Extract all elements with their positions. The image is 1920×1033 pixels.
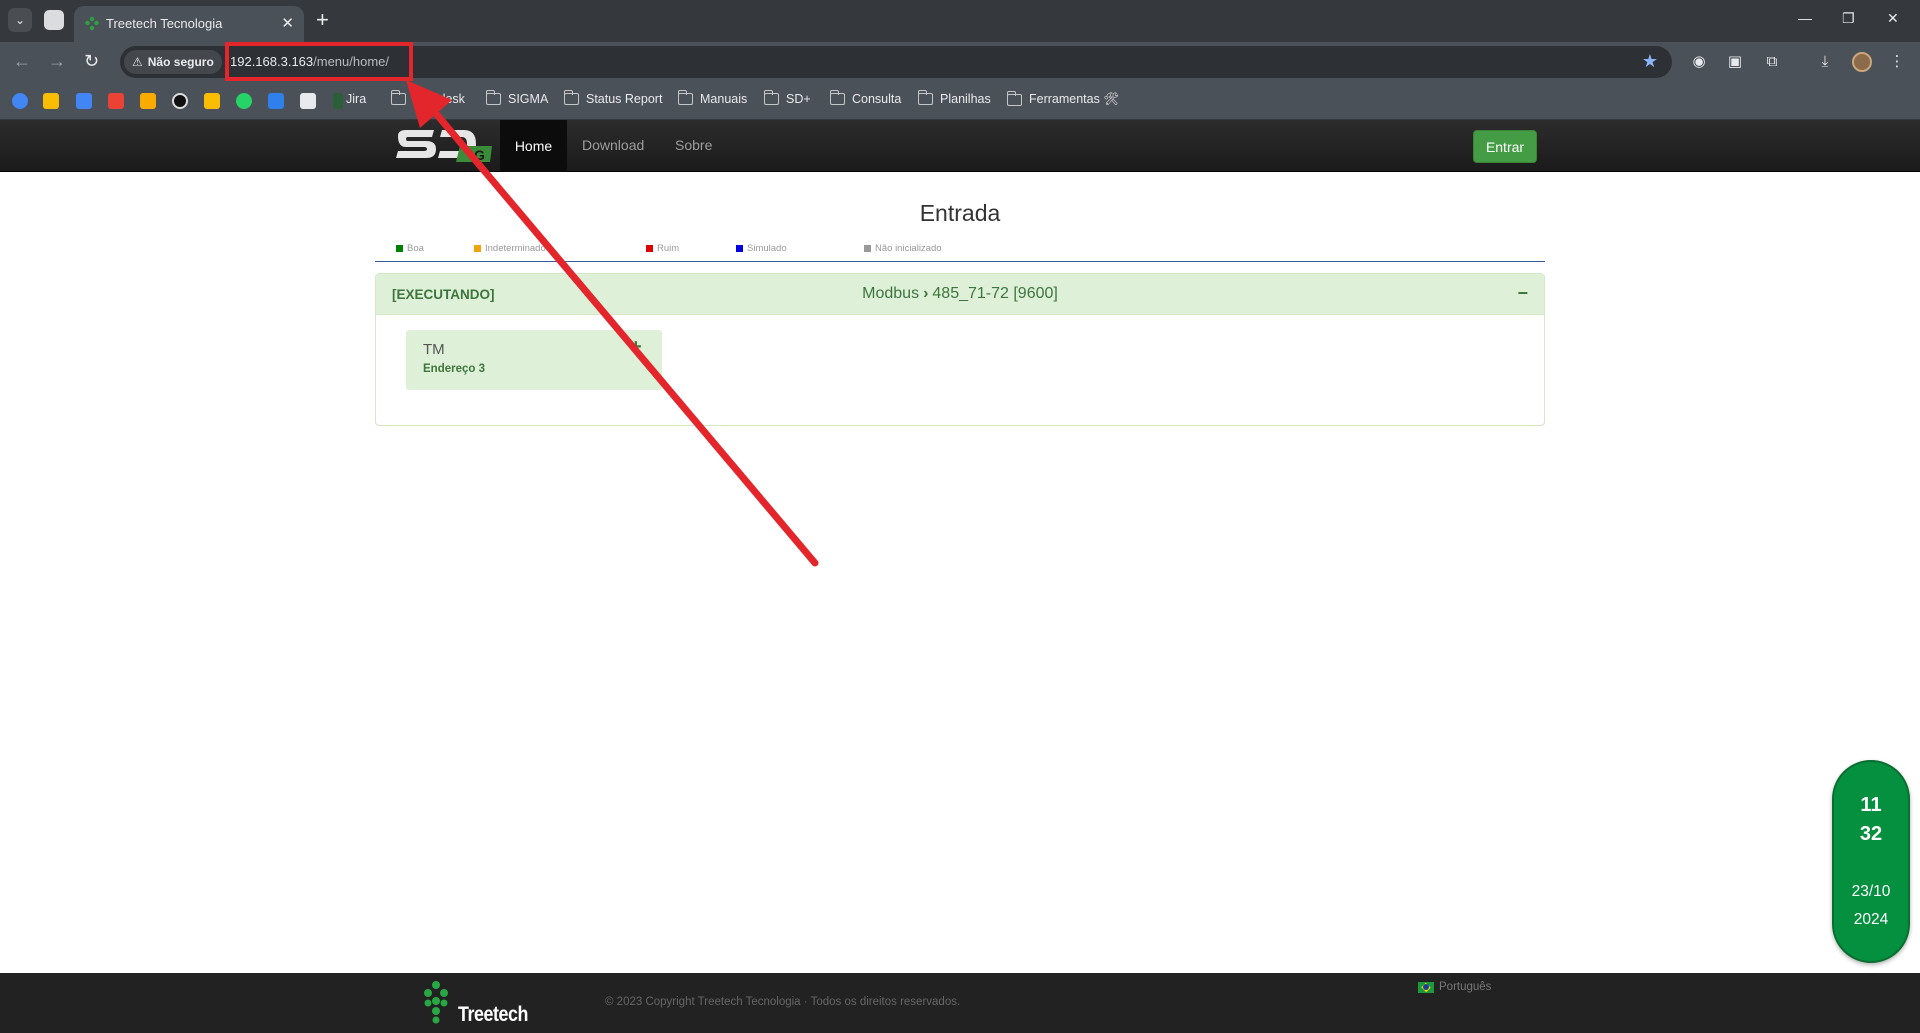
treetech-favicon-icon bbox=[85, 16, 99, 31]
expand-plus-icon[interactable]: + bbox=[630, 336, 642, 359]
language-selector[interactable]: Português bbox=[1418, 981, 1491, 993]
new-tab-icon[interactable]: + bbox=[316, 8, 329, 32]
back-icon[interactable]: ← bbox=[13, 50, 31, 72]
panel-heading[interactable]: [EXECUTANDO] Modbus › 485_71-72 [9600] − bbox=[376, 274, 1544, 315]
protocol-label: Modbus bbox=[862, 285, 920, 302]
login-button[interactable]: Entrar bbox=[1473, 130, 1537, 163]
drive-icon[interactable] bbox=[12, 93, 28, 109]
warning-icon: ⚠ bbox=[132, 55, 143, 69]
sd-logo[interactable]: G bbox=[394, 128, 494, 162]
port-label: 485_71-72 [9600] bbox=[932, 285, 1058, 302]
legend-swatch bbox=[736, 245, 743, 252]
page-title: Entrada bbox=[919, 200, 1001, 226]
cast-icon[interactable]: ▣ bbox=[1726, 52, 1744, 70]
bookmark-star-icon[interactable]: ★ bbox=[1642, 51, 1658, 72]
folder-icon bbox=[829, 90, 845, 105]
brazil-flag-icon bbox=[1418, 981, 1434, 993]
bookmark-status-report[interactable]: Status Report bbox=[563, 90, 662, 106]
chatgpt-icon[interactable] bbox=[172, 93, 188, 109]
restore-icon[interactable]: ❐ bbox=[1842, 10, 1855, 27]
input-panel: [EXECUTANDO] Modbus › 485_71-72 [9600] − T… bbox=[375, 273, 1545, 426]
collapse-icon[interactable]: − bbox=[1517, 283, 1528, 304]
legend-swatch bbox=[864, 245, 871, 252]
download-icon[interactable]: ⤓ bbox=[1816, 52, 1834, 70]
url-highlight-box bbox=[225, 42, 413, 81]
legend-swatch bbox=[396, 245, 403, 252]
bookmark-manuais[interactable]: Manuais bbox=[677, 90, 747, 106]
tab-close-icon[interactable]: ✕ bbox=[281, 14, 294, 32]
security-indicator[interactable]: ⚠ Não seguro bbox=[124, 50, 222, 74]
folder-icon bbox=[390, 90, 406, 105]
clock-minute: 32 bbox=[1859, 823, 1883, 845]
tab-title: Treetech Tecnologia bbox=[106, 16, 223, 31]
legend-ruim: Ruim bbox=[646, 243, 679, 254]
browser-tab-active[interactable]: Treetech Tecnologia ✕ bbox=[74, 6, 304, 42]
chevron-right-icon: › bbox=[923, 285, 929, 302]
folder-icon bbox=[1006, 90, 1022, 106]
folder-icon bbox=[917, 90, 933, 105]
tab-group-icon[interactable] bbox=[44, 10, 64, 30]
footer-brand: Treetech bbox=[458, 1003, 529, 1026]
folder-icon bbox=[763, 90, 779, 105]
gmail-icon[interactable] bbox=[108, 93, 124, 109]
footer-copyright: © 2023 Copyright Treetech Tecnologia · T… bbox=[605, 996, 961, 1008]
device-name: TM bbox=[423, 341, 445, 358]
folder-icon bbox=[563, 90, 579, 105]
bookmark-ferramentas[interactable]: Ferramentas 🛠 bbox=[1006, 90, 1119, 107]
window-close-icon[interactable]: ✕ bbox=[1887, 10, 1899, 27]
nav-sobre[interactable]: Sobre bbox=[675, 137, 712, 153]
clock-hour: 11 bbox=[1860, 794, 1882, 816]
panel-title: Modbus › 485_71-72 [9600] bbox=[376, 285, 1544, 303]
menu-kebab-icon[interactable]: ⋮ bbox=[1888, 52, 1906, 70]
bookmark-webdesk[interactable]: Webdesk bbox=[390, 90, 465, 106]
extensions-puzzle-icon[interactable]: ⧉ bbox=[1763, 52, 1781, 70]
tab-search-button[interactable]: ⌄ bbox=[8, 8, 32, 32]
legend-nao-inicializado: Não inicializado bbox=[864, 243, 942, 254]
bookmark-sigma[interactable]: SIGMA bbox=[485, 90, 548, 106]
legend-divider bbox=[375, 261, 1545, 262]
clock-date: 23/10 bbox=[1851, 883, 1891, 900]
legend-boa: Boa bbox=[396, 243, 424, 254]
jira-icon[interactable] bbox=[333, 93, 343, 109]
legend-simulado: Simulado bbox=[736, 243, 787, 254]
clock-widget: 11 32 23/10 2024 bbox=[1832, 760, 1910, 963]
extension-eyes-icon[interactable]: ◉ bbox=[1690, 52, 1708, 70]
svg-text:G: G bbox=[474, 147, 485, 162]
calendar-icon[interactable] bbox=[76, 93, 92, 109]
bookmarks-bar: Jira Webdesk SIGMA Status Report Manuais… bbox=[0, 82, 1920, 120]
device-card[interactable]: TM Endereço 3 + bbox=[406, 330, 662, 390]
legend-swatch bbox=[646, 245, 653, 252]
legend-indeterminado: Indeterminado bbox=[474, 243, 546, 254]
whatsapp-icon[interactable] bbox=[236, 93, 252, 109]
minimize-icon[interactable]: — bbox=[1798, 10, 1812, 26]
folder-icon bbox=[677, 90, 693, 105]
grid-icon[interactable] bbox=[300, 93, 316, 109]
nav-home[interactable]: Home bbox=[500, 120, 567, 172]
browser-tab-bar: ⌄ Treetech Tecnologia ✕ + — ❐ ✕ bbox=[0, 0, 1920, 42]
forward-icon[interactable]: → bbox=[48, 50, 66, 72]
site-navbar bbox=[0, 120, 1920, 172]
language-label: Português bbox=[1439, 981, 1492, 993]
bookmark-consulta[interactable]: Consulta bbox=[829, 90, 901, 106]
legend-swatch bbox=[474, 245, 481, 252]
keep-icon[interactable] bbox=[43, 93, 59, 109]
analytics-icon[interactable] bbox=[140, 93, 156, 109]
folder-icon bbox=[485, 90, 501, 105]
profile-avatar[interactable] bbox=[1852, 52, 1872, 72]
clock-year: 2024 bbox=[1853, 911, 1889, 928]
tool-icon[interactable] bbox=[268, 93, 284, 109]
bookmark-jira[interactable]: Jira bbox=[346, 92, 366, 106]
bookmark-yellow-icon[interactable] bbox=[204, 93, 220, 109]
bookmark-planilhas[interactable]: Planilhas bbox=[917, 90, 991, 106]
device-address: Endereço 3 bbox=[423, 363, 485, 375]
security-label: Não seguro bbox=[147, 55, 214, 69]
reload-icon[interactable]: ↻ bbox=[84, 50, 99, 72]
bookmark-sd-plus[interactable]: SD+ bbox=[763, 90, 811, 106]
nav-download[interactable]: Download bbox=[582, 137, 644, 153]
